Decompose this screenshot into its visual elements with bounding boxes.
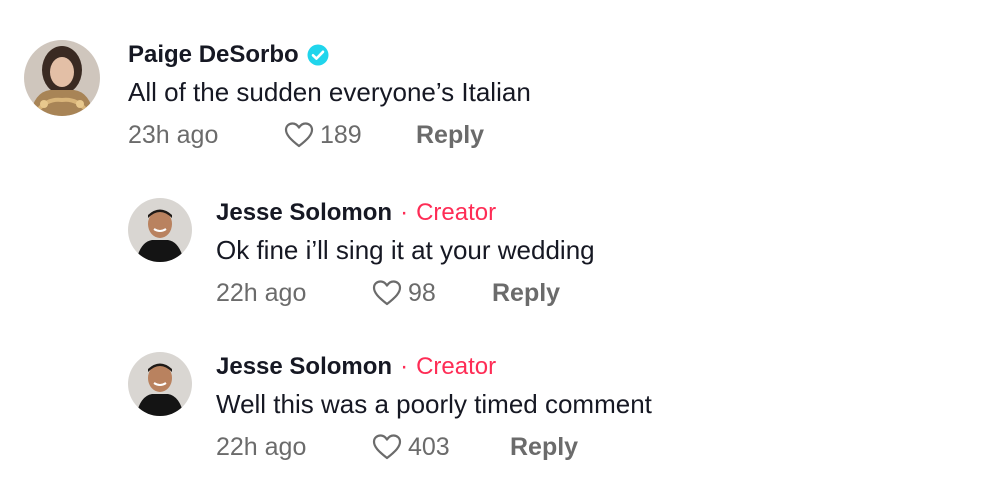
comment-timestamp: 22h ago [216, 278, 307, 307]
heart-icon [372, 434, 402, 460]
comment-item: Jesse Solomon · Creator Well this was a … [128, 352, 652, 464]
like-button[interactable]: 189 [284, 121, 416, 150]
reply-button[interactable]: Reply [510, 433, 578, 462]
like-count: 189 [320, 120, 362, 149]
comment-text: Ok fine i’ll sing it at your wedding [216, 235, 595, 265]
comment-text: All of the sudden everyone’s Italian [128, 77, 531, 107]
avatar-image [128, 198, 192, 262]
heart-icon [284, 122, 314, 148]
reply-button[interactable]: Reply [492, 279, 560, 308]
avatar[interactable] [128, 198, 192, 262]
reply-button[interactable]: Reply [416, 121, 484, 150]
heart-icon [372, 280, 402, 306]
creator-badge: Creator [416, 353, 497, 380]
like-button[interactable]: 403 [372, 433, 510, 462]
comment-timestamp: 22h ago [216, 432, 307, 461]
avatar[interactable] [128, 352, 192, 416]
separator-dot: · [400, 199, 409, 226]
avatar-image [128, 352, 192, 416]
comment-text: Well this was a poorly timed comment [216, 389, 652, 419]
separator-dot: · [400, 353, 409, 380]
like-count: 403 [408, 432, 450, 461]
avatar[interactable] [24, 40, 100, 116]
comment-author-name[interactable]: Jesse Solomon [216, 199, 392, 227]
comment-author-name[interactable]: Jesse Solomon [216, 353, 392, 381]
avatar-image [24, 40, 100, 116]
creator-badge: Creator [416, 199, 497, 226]
comment-timestamp: 23h ago [128, 120, 219, 149]
comment-item: Paige DeSorbo All of the sudden everyone… [24, 40, 531, 152]
comment-item: Jesse Solomon · Creator Ok fine i’ll sin… [128, 198, 595, 310]
like-button[interactable]: 98 [372, 279, 492, 308]
verified-badge-icon [307, 44, 329, 66]
comment-author-name[interactable]: Paige DeSorbo [128, 41, 299, 69]
like-count: 98 [408, 278, 436, 307]
